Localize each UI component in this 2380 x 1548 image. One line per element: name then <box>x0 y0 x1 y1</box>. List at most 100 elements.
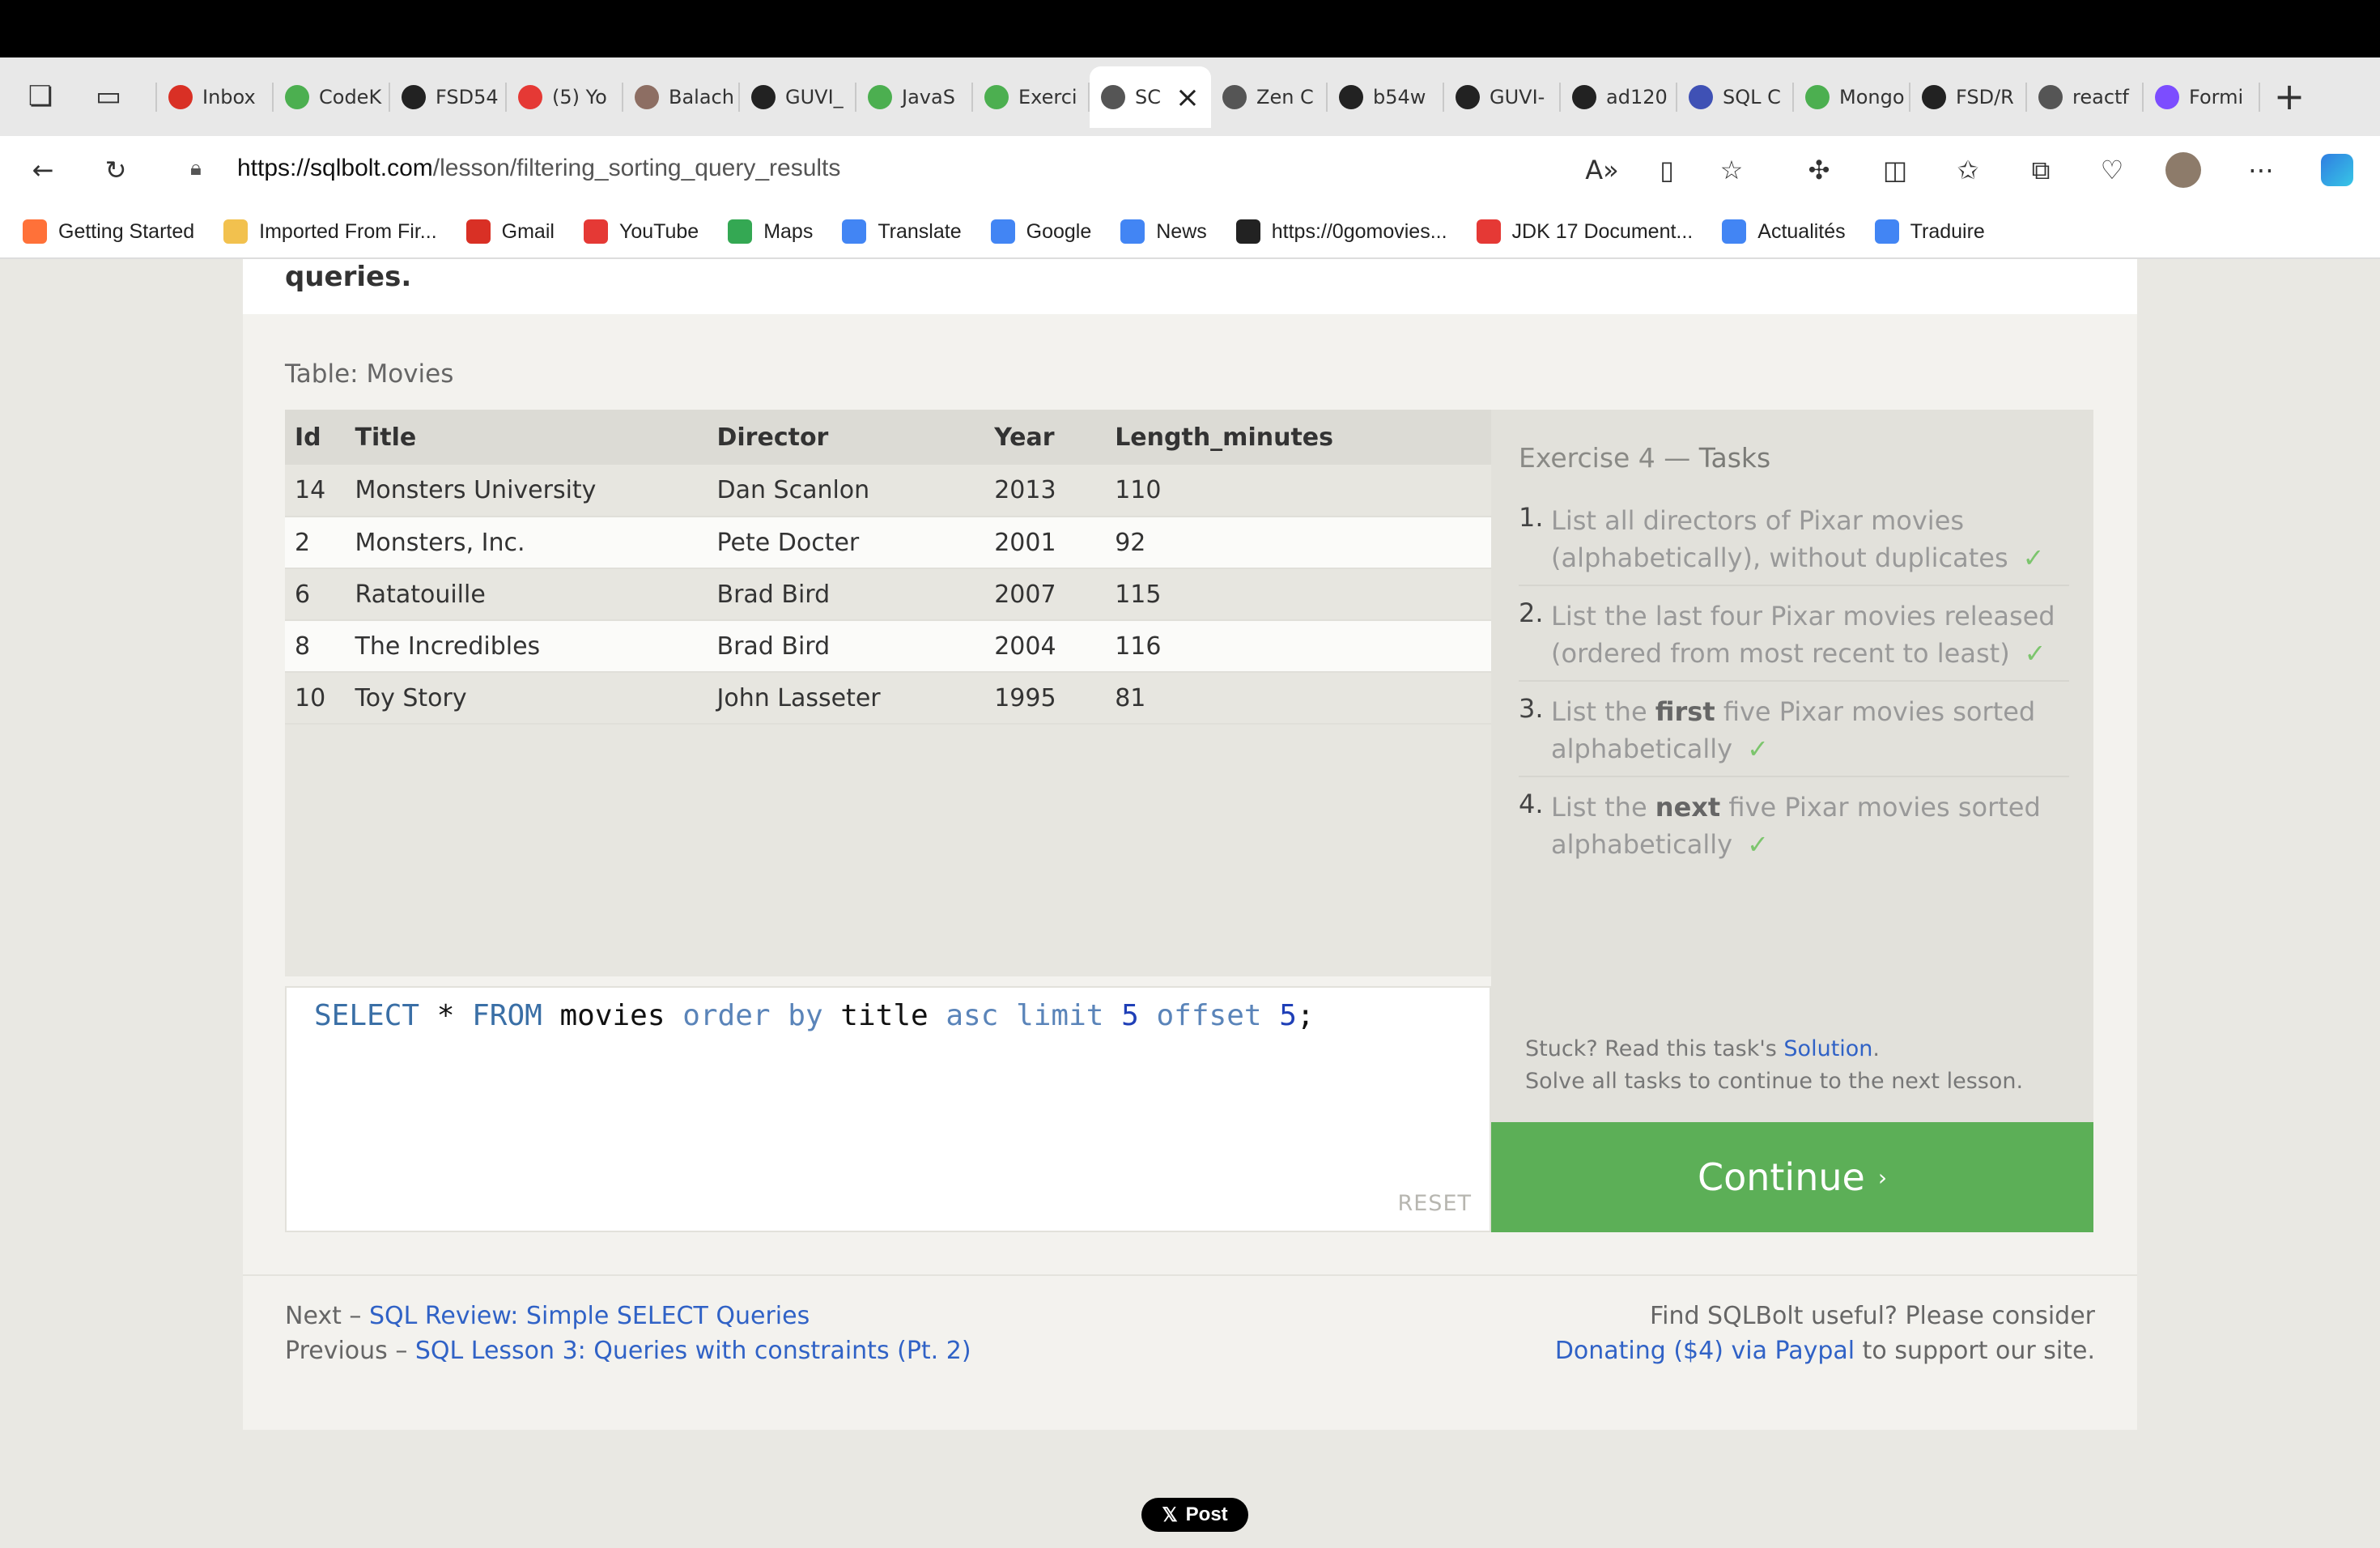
tab[interactable]: Inbox <box>157 66 274 128</box>
table-row: 8 The Incredibles Brad Bird 2004 116 <box>285 620 1491 673</box>
copilot-icon[interactable] <box>2314 147 2361 194</box>
stuck-suffix: . <box>1872 1036 1881 1061</box>
gmail-icon <box>465 219 491 244</box>
bookmark-item[interactable]: https://0gomovies... <box>1235 219 1447 244</box>
table-body: 14 Monsters University Dan Scanlon 2013 110 2… <box>285 465 1491 725</box>
github-icon <box>751 85 776 109</box>
tasks-title-prefix: Exercise 4 — <box>1519 442 1699 474</box>
table-cell: 6 <box>285 568 346 621</box>
table-cell: 2013 <box>984 465 1106 517</box>
tab[interactable]: SC × <box>1090 66 1211 128</box>
tab-actions-icon[interactable]: ▭ <box>84 72 133 121</box>
refresh-icon[interactable]: ↻ <box>92 147 139 194</box>
news-icon <box>1722 219 1747 244</box>
reader-view-icon[interactable]: ▯ <box>1643 147 1690 194</box>
tab[interactable]: b54w <box>1328 66 1444 128</box>
query-editor[interactable]: SELECT * FROM movies order by title asc … <box>285 986 1491 1232</box>
stuck-prefix: Stuck? Read this task's <box>1525 1036 1784 1061</box>
collections-icon[interactable]: ⧉ <box>2017 147 2064 194</box>
browser-essentials-icon[interactable]: ♡ <box>2089 147 2136 194</box>
solution-link[interactable]: Solution <box>1783 1036 1872 1061</box>
query-token: FROM <box>472 999 542 1032</box>
bookmark-item[interactable]: News <box>1120 219 1207 244</box>
tab[interactable]: GUVI_ <box>740 66 856 128</box>
bookmark-item[interactable]: Gmail <box>465 219 555 244</box>
split-screen-icon[interactable]: ◫ <box>1872 147 1919 194</box>
query-token: 5 <box>1121 999 1139 1032</box>
reset-button[interactable]: RESET <box>1397 1191 1472 1216</box>
folder-icon <box>223 219 249 244</box>
tab[interactable]: reactf <box>2027 66 2144 128</box>
bookmark-item[interactable]: Translate <box>842 219 962 244</box>
table-cell: 2004 <box>984 620 1106 673</box>
workspaces-icon[interactable]: ❏ <box>16 72 65 121</box>
tab[interactable]: JavaS <box>856 66 973 128</box>
support-line: Find SQLBolt useful? Please consider <box>1650 1302 2095 1330</box>
tab[interactable]: Zen C <box>1211 66 1328 128</box>
profile-avatar[interactable] <box>2160 147 2207 194</box>
vite-icon <box>2155 85 2179 109</box>
tab[interactable]: FSD/R <box>1910 66 2027 128</box>
favorites-icon[interactable]: ✩ <box>1944 147 1991 194</box>
query-text[interactable]: SELECT * FROM movies order by title asc … <box>314 999 1315 1032</box>
tab[interactable]: CodeK <box>274 66 390 128</box>
table-cell: Ratatouille <box>345 568 708 621</box>
bookmark-item[interactable]: YouTube <box>583 219 699 244</box>
bookmark-label: Google <box>1026 219 1092 243</box>
close-icon[interactable]: × <box>1175 81 1200 114</box>
bookmark-item[interactable]: Actualités <box>1722 219 1846 244</box>
bookmark-item[interactable]: Google <box>990 219 1092 244</box>
back-icon[interactable]: ← <box>19 147 66 194</box>
tab[interactable]: Exerci <box>973 66 1090 128</box>
exercise-panel: Table: Movies Id Title Director Year Length_… <box>243 314 2137 1274</box>
task-item: 4. List the next five Pixar movies sorted… <box>1519 784 2069 871</box>
youtube-icon <box>518 85 542 109</box>
tasks-title: Exercise 4 — Tasks <box>1519 442 1770 474</box>
bookmark-item[interactable]: Getting Started <box>23 219 194 244</box>
tab[interactable]: Formi <box>2144 66 2260 128</box>
favorite-star-icon[interactable]: ☆ <box>1708 147 1755 194</box>
next-prefix: Next – <box>285 1302 369 1330</box>
tab[interactable]: FSD54 <box>390 66 507 128</box>
bookmark-label: Gmail <box>501 219 555 243</box>
database-icon <box>1101 85 1125 109</box>
donate-link[interactable]: Donating ($4) via Paypal <box>1555 1337 1855 1365</box>
x-post-button[interactable]: 𝕏 Post <box>1141 1498 1248 1532</box>
new-tab-button[interactable]: + <box>2267 74 2312 119</box>
next-lesson-link[interactable]: SQL Review: Simple SELECT Queries <box>369 1302 810 1330</box>
tab[interactable] <box>146 66 157 128</box>
sql-icon <box>1689 85 1713 109</box>
github-icon <box>402 85 426 109</box>
bookmark-item[interactable]: Maps <box>728 219 813 244</box>
tab[interactable]: SQL C <box>1677 66 1794 128</box>
previous-lesson-link[interactable]: SQL Lesson 3: Queries with constraints (… <box>415 1337 971 1365</box>
query-token: 5 <box>1279 999 1297 1032</box>
tab[interactable]: GUVI- <box>1444 66 1561 128</box>
tab-label: (5) Yo <box>552 86 607 108</box>
tabs-list: Inbox CodeK FSD54 (5) Yo Balach GUVI_ JavaS Exe… <box>146 66 2260 128</box>
browser-toolbar: ← ↻ 🔒︎ https://sqlbolt.com/lesson/filter… <box>0 136 2380 206</box>
bookmark-item[interactable]: JDK 17 Document... <box>1476 219 1693 244</box>
query-token <box>419 999 437 1032</box>
maps-icon <box>728 219 753 244</box>
tab[interactable]: Balach <box>623 66 740 128</box>
tab[interactable]: (5) Yo <box>507 66 623 128</box>
query-token: asc <box>946 999 999 1032</box>
lesson-intro: queries. <box>243 259 2137 314</box>
bookmark-item[interactable]: Traduire <box>1874 219 1985 244</box>
task-emphasis: first <box>1655 696 1715 727</box>
tab[interactable]: Mongo <box>1794 66 1910 128</box>
results-table: Id Title Director Year Length_minutes 14 Mons… <box>285 410 1491 725</box>
bookmark-item[interactable]: Imported From Fir... <box>223 219 437 244</box>
task-number: 3. <box>1519 693 1544 724</box>
table-cell: The Incredibles <box>345 620 708 673</box>
read-aloud-icon[interactable]: A» <box>1579 147 1626 194</box>
more-menu-icon[interactable]: ⋯ <box>2238 147 2284 194</box>
column-header: Length_minutes <box>1105 410 1491 465</box>
address-bar[interactable]: 🔒︎ https://sqlbolt.com/lesson/filtering_… <box>166 142 1672 194</box>
check-icon: ✓ <box>2024 638 2046 669</box>
continue-button[interactable]: Continue › <box>1491 1122 2093 1232</box>
extensions-icon[interactable]: ✣ <box>1796 147 1842 194</box>
url-text[interactable]: https://sqlbolt.com/lesson/filtering_sor… <box>237 155 840 182</box>
tab[interactable]: ad120 <box>1561 66 1677 128</box>
